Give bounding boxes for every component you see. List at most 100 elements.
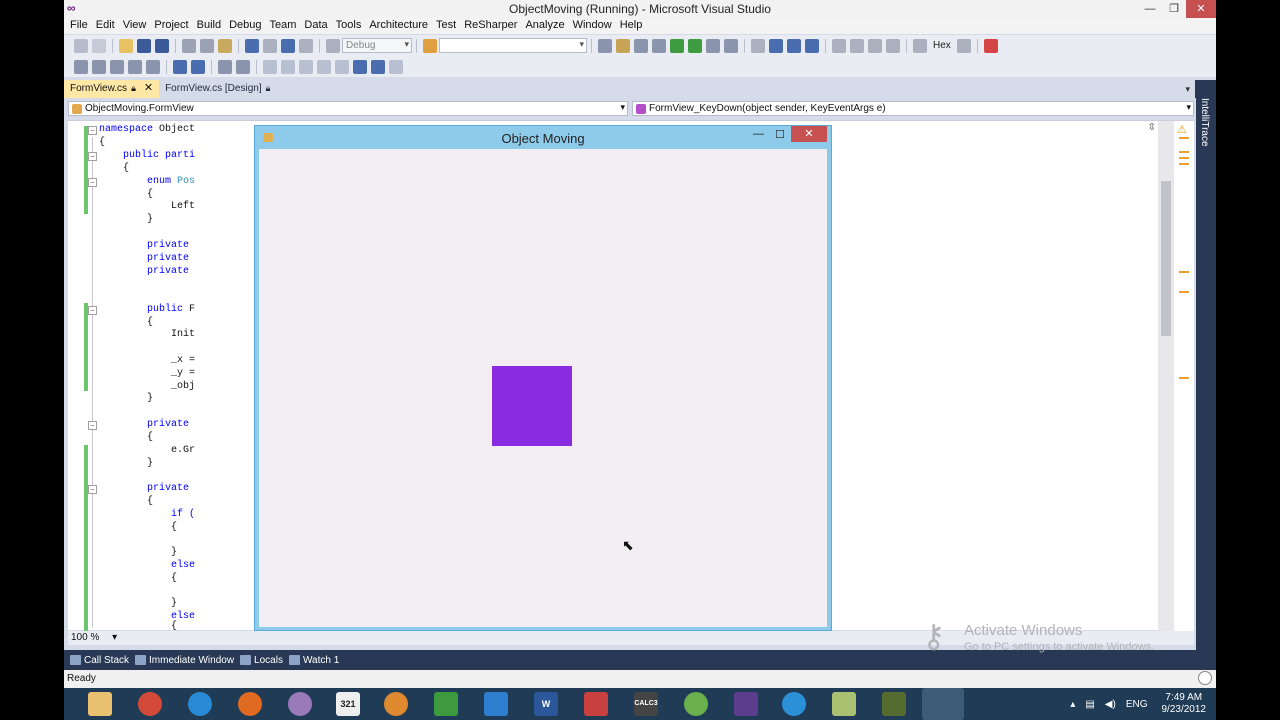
object-moving-form[interactable]: Object Moving — ☐ ✕ ⬉: [254, 125, 832, 631]
calculator-icon[interactable]: CALC3: [634, 692, 658, 716]
close-button[interactable]: ✕: [1186, 0, 1216, 18]
object-browser-icon[interactable]: [634, 38, 648, 53]
solution-explorer-icon[interactable]: [598, 38, 612, 53]
menu-file[interactable]: File: [70, 18, 93, 34]
messenger-icon[interactable]: [288, 692, 312, 716]
toolbox-icon[interactable]: [652, 38, 666, 53]
next-bookmark-document-icon[interactable]: [371, 59, 385, 74]
step-into-icon[interactable]: [832, 38, 846, 53]
previous-bookmark-folder-icon[interactable]: [317, 59, 331, 74]
menu-analyze[interactable]: Analyze: [525, 18, 569, 34]
volume-icon[interactable]: ◀): [1105, 699, 1116, 710]
menu-help[interactable]: Help: [620, 18, 648, 34]
show-next-statement-icon[interactable]: [886, 38, 900, 53]
previous-bookmark-icon[interactable]: [281, 59, 295, 74]
menu-debug[interactable]: Debug: [229, 18, 266, 34]
form-close-button[interactable]: ✕: [791, 126, 827, 142]
code-snippet-icon[interactable]: [146, 59, 160, 74]
menu-test[interactable]: Test: [436, 18, 461, 34]
menu-team[interactable]: Team: [270, 18, 302, 34]
form-minimize-button[interactable]: —: [753, 128, 764, 140]
internet-explorer-icon[interactable]: [188, 692, 212, 716]
split-window-icon[interactable]: ⇳: [1148, 122, 1156, 133]
outlook-icon[interactable]: [484, 692, 508, 716]
comment-out-icon[interactable]: [218, 59, 232, 74]
menu-view[interactable]: View: [123, 18, 152, 34]
intellitrace-panel-tab[interactable]: IntelliTrace: [1196, 80, 1216, 650]
navigate-backward-icon[interactable]: [281, 38, 295, 53]
task-manager-icon[interactable]: [434, 692, 458, 716]
menu-window[interactable]: Window: [573, 18, 617, 34]
uncomment-icon[interactable]: [236, 59, 250, 74]
collapse-icon[interactable]: −: [88, 152, 97, 161]
notes-icon[interactable]: [832, 692, 856, 716]
next-bookmark-folder-icon[interactable]: [335, 59, 349, 74]
redo-icon[interactable]: [263, 38, 277, 53]
word-icon[interactable]: W: [534, 692, 558, 716]
tab-dropdown-icon[interactable]: ▾: [1185, 84, 1190, 95]
step-out-icon[interactable]: [868, 38, 882, 53]
tab-locals[interactable]: Locals: [240, 655, 283, 666]
start-page-icon[interactable]: [670, 38, 684, 53]
increase-indent-icon[interactable]: [191, 59, 205, 74]
class-dropdown[interactable]: ObjectMoving.FormView: [68, 101, 628, 116]
clock[interactable]: 7:49 AM 9/23/2012: [1162, 692, 1207, 716]
menu-architecture[interactable]: Architecture: [369, 18, 433, 34]
scrollbar-thumb[interactable]: [1161, 181, 1171, 336]
exceptions-icon[interactable]: [983, 38, 998, 53]
previous-bookmark-document-icon[interactable]: [353, 59, 367, 74]
add-item-icon[interactable]: [92, 38, 106, 53]
breakpoints-icon[interactable]: [913, 38, 927, 53]
tab-formview-cs[interactable]: FormView.cs 🔒︎ ✕: [64, 80, 160, 98]
minimize-button[interactable]: —: [1138, 0, 1162, 18]
network-icon[interactable]: ▤: [1085, 699, 1094, 710]
collapse-icon[interactable]: −: [88, 306, 97, 315]
save-all-icon[interactable]: [155, 38, 169, 53]
menu-tools[interactable]: Tools: [336, 18, 367, 34]
close-tab-icon[interactable]: ✕: [144, 83, 153, 94]
file-explorer-icon[interactable]: [88, 692, 112, 716]
excel-game-icon[interactable]: [584, 692, 608, 716]
chrome-icon[interactable]: [138, 692, 162, 716]
continue-icon[interactable]: [751, 38, 765, 53]
tab-call-stack[interactable]: Call Stack: [70, 655, 129, 666]
collapse-icon[interactable]: −: [88, 421, 97, 430]
zoom-level[interactable]: 100 %: [71, 632, 99, 643]
collapse-icon[interactable]: −: [88, 178, 97, 187]
member-dropdown[interactable]: FormView_KeyDown(object sender, KeyEvent…: [632, 101, 1194, 116]
decrease-indent-icon[interactable]: [173, 59, 187, 74]
tab-formview-design[interactable]: FormView.cs [Design] 🔒︎: [159, 80, 276, 98]
find-in-files-icon[interactable]: [423, 38, 437, 53]
step-over-icon[interactable]: [850, 38, 864, 53]
cut-icon[interactable]: [182, 38, 196, 53]
media-player-icon[interactable]: [384, 692, 408, 716]
sync-icon[interactable]: [782, 692, 806, 716]
next-bookmark-icon[interactable]: [299, 59, 313, 74]
warning-marker[interactable]: [1179, 151, 1189, 153]
warning-icon[interactable]: ⚠: [1177, 123, 1187, 136]
calendar-icon[interactable]: 321: [336, 692, 360, 716]
copy-icon[interactable]: [200, 38, 214, 53]
menu-project[interactable]: Project: [154, 18, 193, 34]
warning-marker[interactable]: [1179, 291, 1189, 293]
menu-data[interactable]: Data: [304, 18, 332, 34]
word-completion-icon[interactable]: [128, 59, 142, 74]
new-project-icon[interactable]: [74, 38, 88, 53]
firefox-icon[interactable]: [238, 692, 262, 716]
display-object-member-list-icon[interactable]: [74, 59, 88, 74]
extension-manager-icon[interactable]: [688, 38, 702, 53]
warning-marker[interactable]: [1179, 271, 1189, 273]
collapse-icon[interactable]: −: [88, 126, 97, 135]
restart-icon[interactable]: [805, 38, 819, 53]
menu-resharper[interactable]: ReSharper: [464, 18, 522, 34]
language-indicator[interactable]: ENG: [1126, 699, 1148, 710]
camera-icon[interactable]: [882, 692, 906, 716]
open-file-icon[interactable]: [119, 38, 133, 53]
visual-studio-icon[interactable]: [734, 692, 758, 716]
solution-configuration-combo[interactable]: Debug: [342, 38, 412, 53]
menu-build[interactable]: Build: [197, 18, 226, 34]
threads-icon[interactable]: [956, 38, 971, 53]
warning-marker[interactable]: [1179, 163, 1189, 165]
navigate-forward-icon[interactable]: [299, 38, 313, 53]
hex-toggle[interactable]: Hex: [933, 40, 951, 51]
